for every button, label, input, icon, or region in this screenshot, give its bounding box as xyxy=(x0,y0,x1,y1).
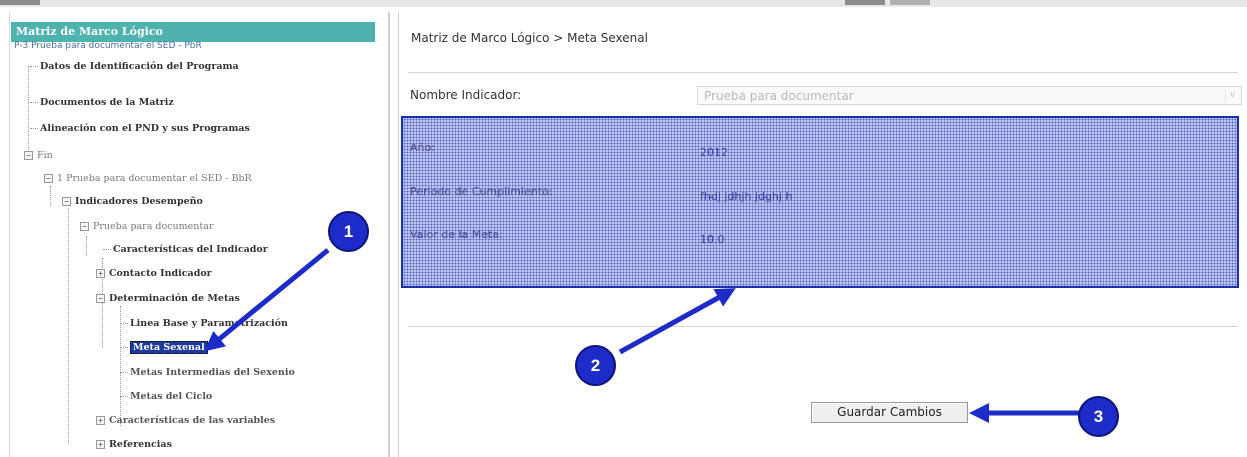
callout-3: 3 xyxy=(1078,396,1119,437)
collapse-icon[interactable]: − xyxy=(80,222,89,231)
period-value[interactable]: fhdj jdhjh jdghj h xyxy=(700,190,792,203)
year-value[interactable]: 2012 xyxy=(700,146,728,159)
tree-item-alineacion[interactable]: Alineación con el PND y sus Programas xyxy=(30,123,250,134)
goal-value[interactable]: 10.0 xyxy=(700,233,725,246)
goal-value-label: Valor de la Meta: xyxy=(410,228,503,241)
collapse-icon[interactable]: − xyxy=(24,151,33,160)
tree-item-linea-base[interactable]: Linea Base y Parametrización xyxy=(120,318,288,329)
expand-icon[interactable]: + xyxy=(96,269,105,278)
top-strip-segment xyxy=(845,0,885,5)
period-label: Periodo de Cumplimiento: xyxy=(410,185,553,198)
indicator-select-value: Prueba para documentar xyxy=(704,89,854,103)
tree-item-contacto[interactable]: + Contacto Indicador xyxy=(96,268,212,279)
tree-item-indicadores[interactable]: − Indicadores Desempeño xyxy=(62,196,203,207)
tree-item-caracteristicas-indicador[interactable]: Características del Indicador xyxy=(103,244,268,255)
tree-item-fin[interactable]: − Fin xyxy=(24,150,53,161)
top-strip-segment xyxy=(890,0,930,5)
tree-item-objetivo[interactable]: −1 Prueba para documentar el SED - BbR xyxy=(44,173,252,184)
tree-item-metas-intermedias[interactable]: Metas Intermedias del Sexenio xyxy=(120,367,295,378)
highlighted-form-region xyxy=(401,116,1239,288)
expand-icon[interactable]: + xyxy=(96,416,105,425)
expand-icon[interactable]: + xyxy=(96,440,105,449)
divider xyxy=(408,326,1238,327)
callout-2: 2 xyxy=(575,345,616,386)
chevron-down-icon[interactable]: v xyxy=(1225,89,1239,102)
collapse-icon[interactable]: − xyxy=(96,294,105,303)
year-label: Año: xyxy=(410,141,435,154)
indicator-select[interactable]: Prueba para documentar v xyxy=(697,86,1242,105)
indicator-name-label: Nombre Indicador: xyxy=(410,88,522,102)
save-changes-button[interactable]: Guardar Cambios xyxy=(811,402,968,423)
tree-item-metas-ciclo[interactable]: Metas del Ciclo xyxy=(120,391,212,402)
tree-item-referencias[interactable]: + Referencias xyxy=(96,439,172,450)
callout-1: 1 xyxy=(328,211,369,252)
collapse-icon[interactable]: − xyxy=(62,197,71,206)
tree-item-caracteristicas-variables[interactable]: + Características de las variables xyxy=(96,415,275,426)
tree-item-determinacion-metas[interactable]: − Determinación de Metas xyxy=(96,293,240,304)
tree-item-documentos[interactable]: Documentos de la Matriz xyxy=(30,97,174,108)
tree-item-datos-identificacion[interactable]: Datos de Identificación del Programa xyxy=(30,61,239,72)
divider xyxy=(408,72,1238,73)
breadcrumb: Matriz de Marco Lógico > Meta Sexenal xyxy=(411,31,648,45)
collapse-icon[interactable]: − xyxy=(44,174,53,183)
tree-item-meta-sexenal[interactable]: Meta Sexenal xyxy=(120,341,208,354)
tree-item-indicador[interactable]: − Prueba para documentar xyxy=(80,221,213,232)
